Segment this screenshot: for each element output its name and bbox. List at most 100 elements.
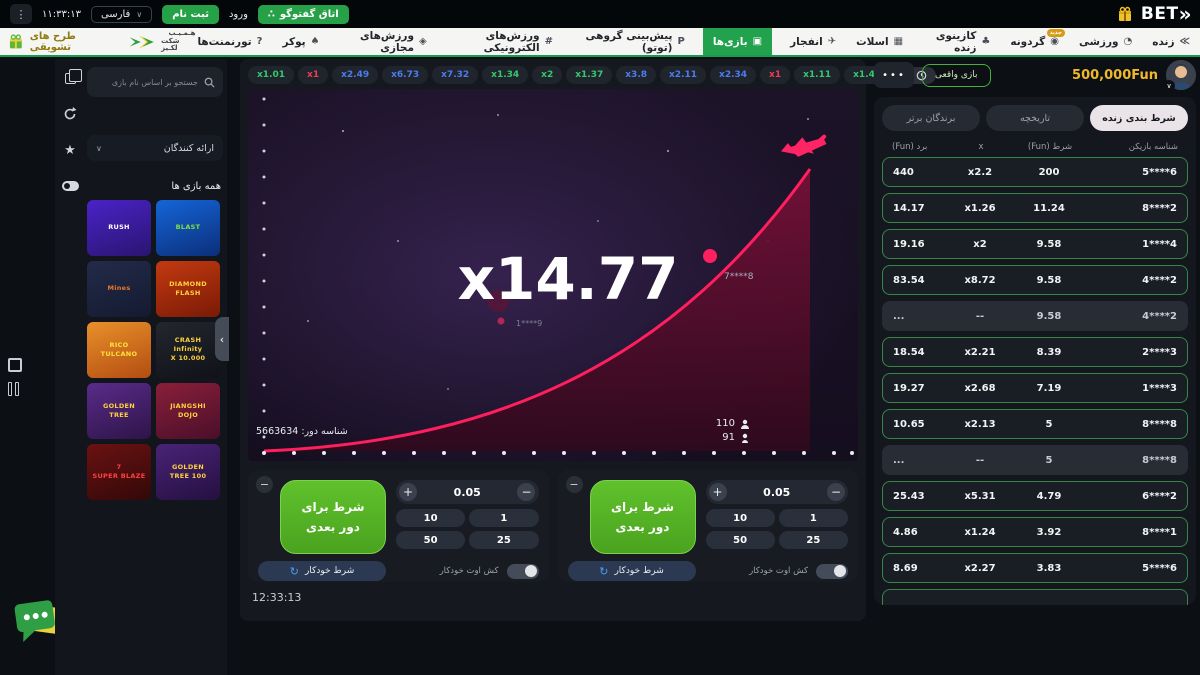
quick-amount-1[interactable]: 1 — [469, 509, 538, 527]
nav-item-poker[interactable]: ♠ پوکر — [280, 28, 321, 55]
register-button[interactable]: ثبت نام — [162, 5, 219, 24]
nav-item-wheel[interactable]: ◉ گردونه جدید — [1008, 28, 1061, 55]
history-multiplier-chip[interactable]: x1 — [298, 66, 328, 84]
bet-row: 1****8 3.92 x1.24 4.86 — [882, 517, 1188, 547]
increase-bet-button[interactable]: + — [709, 483, 727, 501]
cashout-dot-small — [498, 318, 505, 325]
auto-cashout-toggle[interactable] — [507, 564, 539, 579]
history-multiplier-chip[interactable]: x2 — [532, 66, 562, 84]
history-multiplier-chip[interactable]: x3.8 — [616, 66, 656, 84]
brand-logo[interactable]: BET » — [1141, 2, 1190, 26]
game-tile-golden-tree[interactable]: GOLDENTREE — [87, 383, 151, 439]
decrease-bet-button[interactable]: − — [517, 483, 535, 501]
game-tile-rico-tulcano[interactable]: RICOTULCANO — [87, 322, 151, 378]
game-tile-super-blaze[interactable]: 7SUPER BLAZE — [87, 444, 151, 500]
nav-item-virtual-sports[interactable]: ◈ ورزش‌های مجازی — [338, 28, 429, 55]
nav-item-crash[interactable]: ✈ انفجار — [788, 28, 838, 55]
sponsor-logo: هـمـیـب شکت لکـیز — [126, 30, 196, 53]
game-tile-crash-infinity[interactable]: CRASHInfinityX 10.000 — [156, 322, 220, 378]
history-multiplier-chip[interactable]: x1 — [760, 66, 790, 84]
game-tile-rush[interactable]: RUSH — [87, 200, 151, 256]
gift-icon[interactable] — [1117, 6, 1133, 22]
stop-icon[interactable] — [8, 358, 22, 372]
crash-curve-canvas: 1****9 7****8 x14.77 — [248, 89, 858, 461]
players-icon — [740, 419, 750, 429]
bet-amount: 200 — [1011, 167, 1087, 178]
history-multiplier-chip[interactable]: x7.32 — [432, 66, 478, 84]
quick-amount-50[interactable]: 50 — [706, 531, 775, 549]
nav-item-icon: ◔ — [1124, 36, 1133, 47]
quick-amount-25[interactable]: 25 — [779, 531, 848, 549]
avatar-dropdown-icon[interactable]: ∨ — [1163, 80, 1175, 92]
refresh-icon[interactable] — [63, 107, 77, 121]
auto-cashout-toggle[interactable] — [816, 564, 848, 579]
theme-toggle-icon[interactable] — [62, 179, 79, 193]
nav-item-icon: ▦ — [894, 36, 903, 47]
quick-amount-10[interactable]: 10 — [396, 509, 465, 527]
panel-collapse-button[interactable]: − — [256, 476, 273, 493]
bet-amount: 7.19 — [1011, 383, 1087, 394]
nav-item-live-casino[interactable]: ♣ کازینوی زنده — [921, 28, 992, 55]
history-multiplier-chip[interactable]: x2.34 — [710, 66, 756, 84]
place-bet-button[interactable]: شرط برای دور بعدی — [280, 480, 386, 554]
more-options-button[interactable]: ••• — [874, 62, 914, 88]
game-search-input[interactable]: جستجو بر اساس نام بازی — [87, 67, 223, 97]
copy-games-icon[interactable] — [65, 71, 76, 85]
history-multiplier-chip[interactable]: x6.73 — [382, 66, 428, 84]
bet-multiplier: x2.13 — [949, 419, 1011, 430]
place-bet-button[interactable]: شرط برای دور بعدی — [590, 480, 696, 554]
nav-item-esports[interactable]: # ورزش‌های الکترونیکی — [445, 28, 555, 55]
history-multiplier-chip[interactable]: x1.01 — [248, 66, 294, 84]
quick-amount-buttons: 1015025 — [396, 509, 539, 549]
login-button[interactable]: ورود — [229, 9, 248, 20]
game-tile-mines[interactable]: Mines — [87, 261, 151, 317]
nav-item-sports[interactable]: ◔ ورزشی — [1077, 28, 1134, 55]
menu-dots-icon[interactable]: ⋮ — [10, 4, 32, 24]
history-multiplier-chip[interactable]: x1.34 — [482, 66, 528, 84]
tab-other[interactable]: تاریخچه — [986, 105, 1084, 131]
panel-collapse-button[interactable]: − — [566, 476, 583, 493]
favorites-star-icon[interactable]: ★ — [64, 143, 76, 157]
game-tile-golden-tree-100[interactable]: GOLDENTREE 100 — [156, 444, 220, 500]
bet-player-id: 8****8 — [1087, 455, 1177, 466]
game-tile-blast[interactable]: BLAST — [156, 200, 220, 256]
nav-item-live[interactable]: ≫ زنده — [1150, 28, 1192, 55]
real-play-button[interactable]: بازی واقعی — [922, 64, 991, 87]
pause-icon[interactable] — [8, 382, 22, 396]
quick-amount-50[interactable]: 50 — [396, 531, 465, 549]
auto-bet-button[interactable]: ↻ شرط خودکار — [258, 561, 386, 581]
player-counts: 110 91 — [716, 418, 750, 443]
nav-item-slots[interactable]: ▦ اسلات — [854, 28, 905, 55]
nav-item-tournaments[interactable]: ? تورنمنت‌ها — [195, 28, 264, 55]
game-tile-diamond-flash[interactable]: DIAMONDFLASH — [156, 261, 220, 317]
crash-game-container: x1.01 x1 x2.49 x6.73 x7.32 x1.34 x2 x1.3… — [240, 59, 866, 621]
chat-room-button[interactable]: ∴ اتاق گفتوگو — [258, 5, 349, 24]
quick-amount-25[interactable]: 25 — [469, 531, 538, 549]
history-multiplier-chip[interactable]: x2.11 — [660, 66, 706, 84]
bet-amount-value[interactable]: 0.05 — [763, 486, 790, 499]
increase-bet-button[interactable]: + — [399, 483, 417, 501]
nav-item-toto[interactable]: P پیش‌بینی گروهی (توتو) — [571, 28, 687, 55]
decrease-bet-button[interactable]: − — [827, 483, 845, 501]
nav-item-games[interactable]: ▣ بازی‌ها — [703, 28, 772, 55]
bet-row: 3****1 7.19 x2.68 19.27 — [882, 373, 1188, 403]
promotions-link[interactable]: طرح های تشویقی — [8, 31, 114, 53]
sidebar-collapse-chevron[interactable]: ‹ — [215, 317, 229, 361]
bet-win: ... — [893, 455, 949, 466]
right-panel: ••• بازی واقعی 500,000Fun ∨ شرط بندی زند… — [874, 59, 1196, 605]
language-select[interactable]: فارسی ∨ — [91, 6, 152, 23]
history-multiplier-chip[interactable]: x1.37 — [566, 66, 612, 84]
avatar[interactable]: ∨ — [1166, 60, 1196, 90]
game-tile-jiangshi-dojo[interactable]: JIANGSHIDOJO — [156, 383, 220, 439]
history-multiplier-chip[interactable]: x1.11 — [794, 66, 840, 84]
providers-dropdown[interactable]: ارائه کنندگان ∨ — [87, 135, 223, 161]
bet-multiplier: x2.21 — [949, 347, 1011, 358]
quick-amount-10[interactable]: 10 — [706, 509, 775, 527]
bet-amount-value[interactable]: 0.05 — [454, 486, 481, 499]
bet-player-id: 3****2 — [1087, 347, 1177, 358]
tab-live-bets[interactable]: شرط بندی زنده — [1090, 105, 1188, 131]
auto-bet-button[interactable]: ↻ شرط خودکار — [568, 561, 696, 581]
quick-amount-1[interactable]: 1 — [779, 509, 848, 527]
tab-other[interactable]: برندگان برتر — [882, 105, 980, 131]
history-multiplier-chip[interactable]: x2.49 — [332, 66, 378, 84]
